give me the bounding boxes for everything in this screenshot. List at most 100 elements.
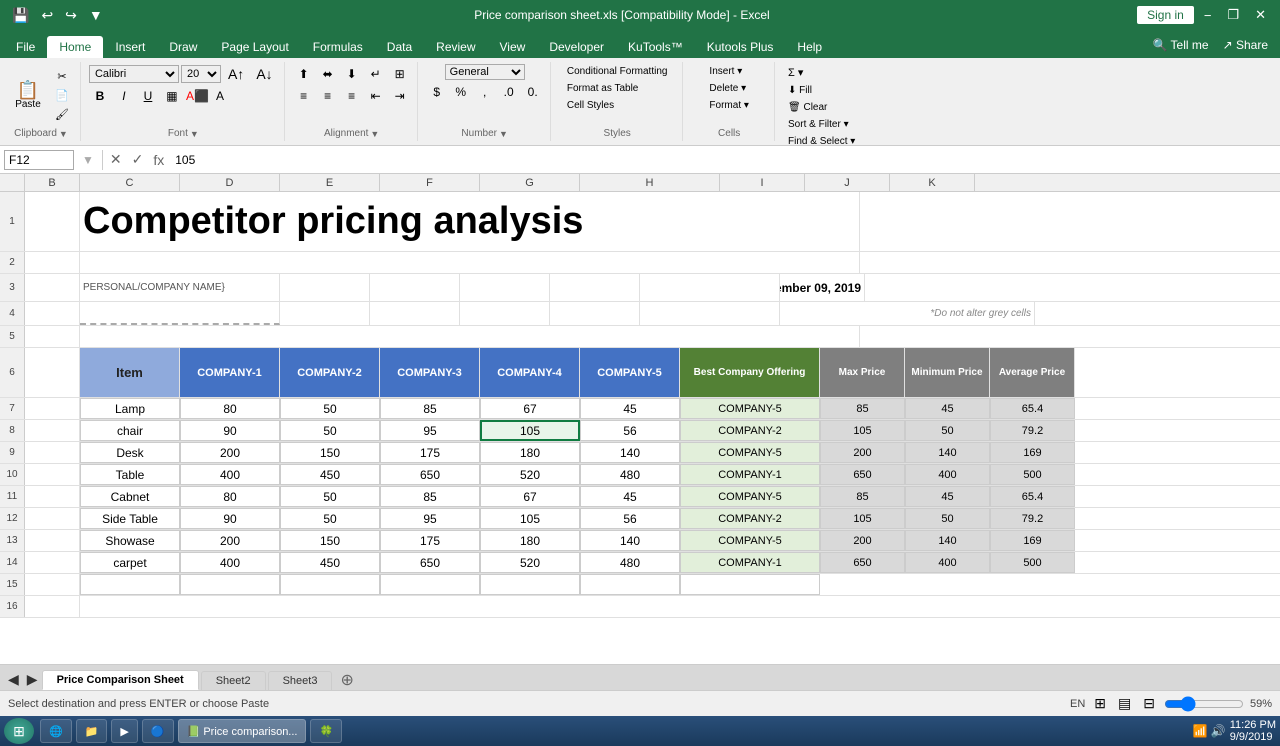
- sheet-tab-price-comparison[interactable]: Price Comparison Sheet: [42, 670, 199, 690]
- cell-c4-6[interactable]: 180: [480, 530, 580, 551]
- spreadsheet-grid[interactable]: 1 Competitor pricing analysis 2 3 PERSON…: [0, 192, 1280, 664]
- cell-c1-4[interactable]: 80: [180, 486, 280, 507]
- tab-file[interactable]: File: [4, 36, 47, 58]
- cell-max-3[interactable]: 650: [820, 464, 905, 485]
- tab-review[interactable]: Review: [424, 36, 487, 58]
- cell-title[interactable]: Competitor pricing analysis: [80, 192, 860, 251]
- align-bottom-btn[interactable]: ⬇: [341, 64, 363, 84]
- cell-item-4[interactable]: Cabnet: [80, 486, 180, 507]
- cell-c5-1[interactable]: 56: [580, 420, 680, 441]
- cell-c2-4[interactable]: 50: [280, 486, 380, 507]
- clear-btn[interactable]: 🗑 Clear: [783, 100, 832, 115]
- find-select-btn[interactable]: Find & Select ▾: [783, 134, 860, 149]
- col-header-k[interactable]: K: [890, 174, 975, 192]
- header-max-price[interactable]: Max Price: [820, 348, 905, 397]
- cell-b9[interactable]: [25, 442, 80, 463]
- currency-btn[interactable]: $: [426, 82, 448, 102]
- cell-c4-0[interactable]: 67: [480, 398, 580, 419]
- share-btn[interactable]: ↗ Share: [1219, 36, 1272, 54]
- cell-e4[interactable]: [370, 302, 460, 325]
- tab-insert[interactable]: Insert: [103, 36, 157, 58]
- col-header-g[interactable]: G: [480, 174, 580, 192]
- cell-b1[interactable]: [25, 192, 80, 251]
- cell-best-1[interactable]: COMPANY-2: [680, 420, 820, 441]
- restore-button[interactable]: ❐: [1221, 5, 1245, 25]
- align-middle-btn[interactable]: ⬌: [317, 64, 339, 84]
- cell-f3[interactable]: [460, 274, 550, 301]
- insert-cells-btn[interactable]: Insert ▾: [704, 64, 747, 79]
- cell-c3-4[interactable]: 85: [380, 486, 480, 507]
- cell-c1-3[interactable]: 400: [180, 464, 280, 485]
- tab-view[interactable]: View: [488, 36, 538, 58]
- tab-developer[interactable]: Developer: [537, 36, 616, 58]
- number-format-select[interactable]: General: [445, 64, 525, 80]
- cell-b12[interactable]: [25, 508, 80, 529]
- increase-decimal-btn[interactable]: .0: [498, 82, 520, 102]
- cell-item-6[interactable]: Showase: [80, 530, 180, 551]
- cell-b15[interactable]: [25, 574, 80, 595]
- cell-e3[interactable]: [370, 274, 460, 301]
- cell-b3[interactable]: [25, 274, 80, 301]
- format-painter-button[interactable]: 🖌: [50, 106, 74, 123]
- cell-c5-0[interactable]: 45: [580, 398, 680, 419]
- header-item[interactable]: Item: [80, 348, 180, 397]
- cell-c2-5[interactable]: 50: [280, 508, 380, 529]
- cell-c2-1[interactable]: 50: [280, 420, 380, 441]
- font-name-select[interactable]: Calibri: [89, 65, 179, 83]
- taskbar-excel-btn[interactable]: 📗 Price comparison...: [178, 719, 307, 743]
- tab-formulas[interactable]: Formulas: [301, 36, 375, 58]
- cell-max-6[interactable]: 200: [820, 530, 905, 551]
- cell-company-label[interactable]: PERSONAL/COMPANY NAME}: [80, 274, 280, 301]
- cell-d4[interactable]: [280, 302, 370, 325]
- comma-btn[interactable]: ,: [474, 82, 496, 102]
- prev-sheet-btn[interactable]: ◀: [4, 669, 23, 690]
- header-company4[interactable]: COMPANY-4: [480, 348, 580, 397]
- cell-max-7[interactable]: 650: [820, 552, 905, 573]
- header-company3[interactable]: COMPANY-3: [380, 348, 480, 397]
- bold-button[interactable]: B: [89, 86, 111, 106]
- page-break-view-btn[interactable]: ⊟: [1140, 695, 1158, 712]
- cell-b6[interactable]: [25, 348, 80, 397]
- font-color-btn[interactable]: A: [209, 86, 231, 106]
- cell-c3-7[interactable]: 650: [380, 552, 480, 573]
- cell-c5-5[interactable]: 56: [580, 508, 680, 529]
- header-company1[interactable]: COMPANY-1: [180, 348, 280, 397]
- copy-button[interactable]: 📄: [50, 87, 74, 104]
- cell-c1-1[interactable]: 90: [180, 420, 280, 441]
- cell-c5-7[interactable]: 480: [580, 552, 680, 573]
- delete-cells-btn[interactable]: Delete ▾: [704, 81, 751, 96]
- taskbar-explorer-btn[interactable]: 📁: [76, 719, 108, 743]
- cell-max-1[interactable]: 105: [820, 420, 905, 441]
- cut-button[interactable]: ✂: [50, 68, 74, 85]
- tab-kutools[interactable]: KuTools™: [616, 36, 695, 58]
- cell-c3-0[interactable]: 85: [380, 398, 480, 419]
- header-company2[interactable]: COMPANY-2: [280, 348, 380, 397]
- cell-c4-5[interactable]: 105: [480, 508, 580, 529]
- cell-min-1[interactable]: 50: [905, 420, 990, 441]
- cell-c1-5[interactable]: 90: [180, 508, 280, 529]
- decrease-indent-btn[interactable]: ⇤: [365, 86, 387, 106]
- cell-best-6[interactable]: COMPANY-5: [680, 530, 820, 551]
- cell-b11[interactable]: [25, 486, 80, 507]
- cell-c2-2[interactable]: 150: [280, 442, 380, 463]
- cell-g15[interactable]: [480, 574, 580, 595]
- cell-c1-2[interactable]: 200: [180, 442, 280, 463]
- cell-item-0[interactable]: Lamp: [80, 398, 180, 419]
- cell-best-4[interactable]: COMPANY-5: [680, 486, 820, 507]
- cell-c4-3[interactable]: 520: [480, 464, 580, 485]
- cancel-formula-btn[interactable]: ✕: [107, 151, 125, 168]
- header-avg-price[interactable]: Average Price: [990, 348, 1075, 397]
- cell-b7[interactable]: [25, 398, 80, 419]
- border-button[interactable]: ▦: [161, 86, 183, 106]
- cell-min-7[interactable]: 400: [905, 552, 990, 573]
- fill-color-btn[interactable]: A⬛: [185, 86, 207, 106]
- cell-reference-input[interactable]: [4, 150, 74, 170]
- col-header-h[interactable]: H: [580, 174, 720, 192]
- cell-h3[interactable]: [640, 274, 780, 301]
- cell-c5-2[interactable]: 140: [580, 442, 680, 463]
- cell-c3-5[interactable]: 95: [380, 508, 480, 529]
- cell-c3-2[interactable]: 175: [380, 442, 480, 463]
- cell-c1-7[interactable]: 400: [180, 552, 280, 573]
- tab-page-layout[interactable]: Page Layout: [209, 36, 300, 58]
- sum-btn[interactable]: Σ ▾: [783, 64, 808, 81]
